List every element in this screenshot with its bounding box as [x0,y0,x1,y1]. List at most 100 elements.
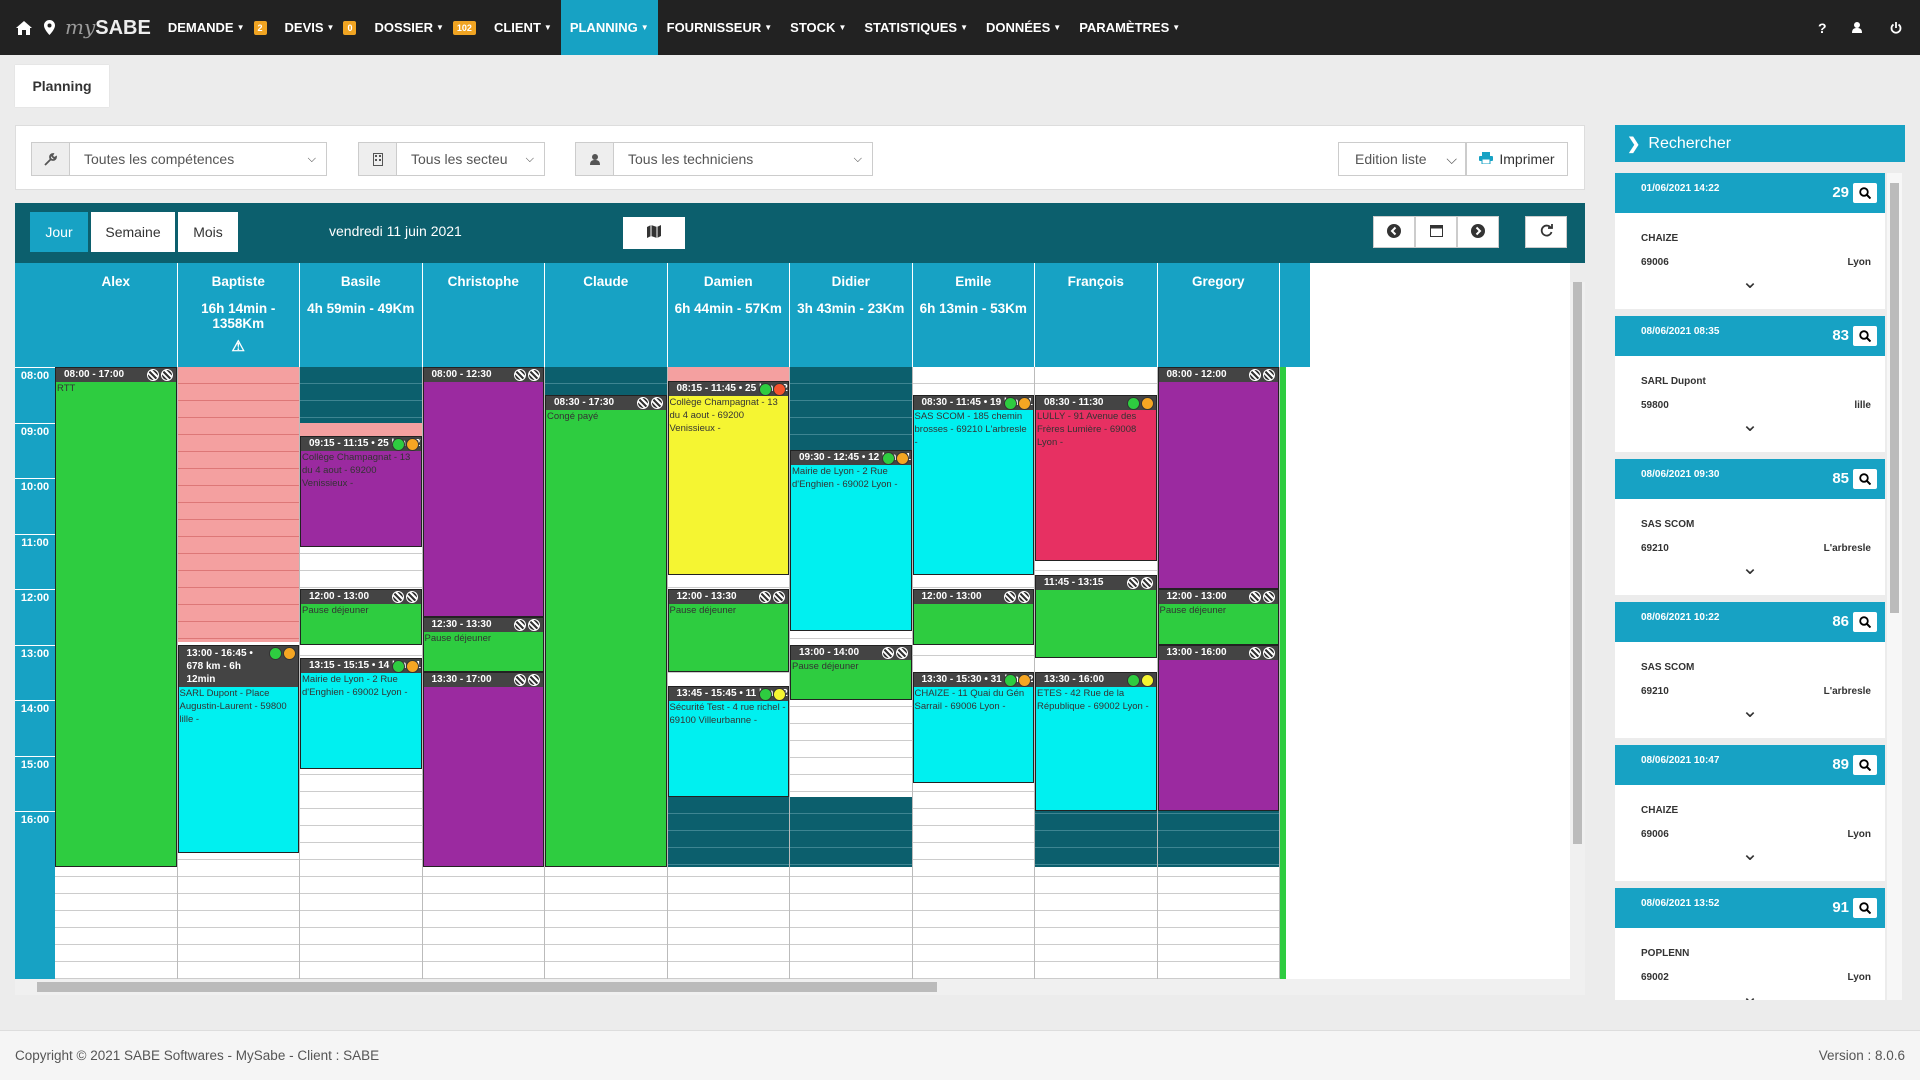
nav-demande[interactable]: DEMANDE ▼ [159,0,254,55]
nav-fournisseur[interactable]: FOURNISSEUR ▼ [658,0,782,55]
tech-header-didier[interactable]: Didier 3h 43min - 23Km [790,263,913,367]
event-time: 09:30 - 12:45 • 12 km - 15min [791,451,911,466]
chevron-down-icon[interactable]: ⌄ [1615,412,1885,437]
techniciens-select[interactable]: Tous les techniciens ⌵ [614,143,872,175]
planning-event[interactable]: 09:15 - 11:15 • 25 km - 27minCollège Cha… [300,436,422,548]
planning-event[interactable]: 08:00 - 12:00 [1157,367,1279,589]
tech-header-alex[interactable]: Alex [55,263,178,367]
planning-event[interactable]: 12:00 - 13:00 Pause déjeuner [300,589,422,645]
search-icon[interactable] [1853,755,1877,775]
event-time: 13:00 - 16:00 [1158,645,1278,660]
nav-dossier[interactable]: DOSSIER ▼ [365,0,452,55]
planning-event[interactable]: 13:00 - 16:00 [1157,644,1279,811]
tech-header-claude[interactable]: Claude [545,263,668,367]
planning-event[interactable]: 13:30 - 16:00 ETES - 42 Rue de la Républi… [1035,672,1157,811]
planning-event[interactable]: 08:30 - 11:45 • 19 km - 17minSAS SCOM - … [912,394,1034,576]
grid-vertical-scrollbar[interactable] [1570,282,1585,979]
secteurs-select[interactable]: Tous les secteu ⌵ [397,143,544,175]
chevron-down-icon[interactable]: ⌄ [1615,841,1885,866]
chevron-down-icon[interactable]: ⌄ [1615,984,1885,1000]
tech-header-emile[interactable]: Emile 6h 13min - 53Km [912,263,1035,367]
search-result-card[interactable]: 01/06/2021 14:22 29 CHAIZE 69006 Lyon ⌄ [1615,173,1885,309]
search-icon[interactable] [1853,469,1877,489]
calendar-picker-button[interactable] [1415,216,1457,248]
tech-header-damien[interactable]: Damien 6h 44min - 57Km [667,263,790,367]
tech-header-gregory[interactable]: Gregory [1157,263,1280,367]
search-result-card[interactable]: 08/06/2021 10:22 86 SAS SCOM 69210 L'arbresl… [1615,602,1885,738]
planning-event[interactable]: 13:00 - 16:45 • 678 km - 6h 12min SARL Du… [177,644,299,853]
planning-event[interactable]: 12:00 - 13:00 [912,589,1034,645]
edition-select[interactable]: Edition liste ⌵ [1338,142,1466,176]
print-button[interactable]: Imprimer [1466,142,1568,176]
nav-stock[interactable]: STOCK ▼ [781,0,855,55]
competences-select[interactable]: Toutes les compétences ⌵ [70,143,326,175]
secteurs-filter[interactable]: Tous les secteu ⌵ [358,142,545,176]
planning-event[interactable]: 13:00 - 14:00 Pause déjeuner [790,644,912,700]
planning-event[interactable]: 13:30 - 17:00 [422,672,544,867]
competences-filter[interactable]: Toutes les compétences ⌵ [31,142,327,176]
next-day-button[interactable] [1457,216,1499,248]
home-icon[interactable] [9,20,39,35]
view-mois-button[interactable]: Mois [178,212,238,252]
nav-devis[interactable]: DEVIS ▼ [276,0,344,55]
view-semaine-button[interactable]: Semaine [91,212,175,252]
tech-header-françois[interactable]: François [1035,263,1158,367]
search-panel-header[interactable]: ❯ Rechercher [1615,125,1905,162]
nav-donnes[interactable]: DONNÉES ▼ [977,0,1070,55]
map-marker-icon[interactable] [39,20,59,35]
planning-event[interactable]: 12:30 - 13:30 Pause déjeuner [422,616,544,673]
search-result-card[interactable]: 08/06/2021 10:47 89 CHAIZE 69006 Lyon ⌄ [1615,745,1885,881]
search-panel-scrollbar[interactable] [1887,173,1902,1000]
nav-statistiques[interactable]: STATISTIQUES ▼ [855,0,977,55]
status-dots-icon [391,438,419,452]
chevron-right-icon [1471,223,1485,241]
view-jour-button[interactable]: Jour [30,212,88,252]
card-city: Lyon [1847,829,1871,840]
prev-day-button[interactable] [1373,216,1415,248]
power-icon[interactable] [1890,0,1902,55]
help-button[interactable]: ? [1818,0,1827,55]
tech-header-baptiste[interactable]: Baptiste 16h 14min - 1358Km ⚠ [177,263,300,367]
search-icon[interactable] [1853,183,1877,203]
map-button[interactable] [623,217,685,249]
brand-logo[interactable]: mySABE [65,15,151,40]
planning-event[interactable]: 08:30 - 11:30 LULLY - 91 Avenue des Frère… [1035,394,1157,562]
chevron-down-icon[interactable]: ⌄ [1615,698,1885,723]
event-time-label: 13:30 - 17:00 [431,674,492,686]
event-time: 13:30 - 15:30 • 31 km - 29min [913,673,1033,688]
search-result-card[interactable]: 08/06/2021 13:52 91 POPLENN 69002 Lyon ⌄ [1615,888,1885,1000]
printer-icon [1479,151,1494,167]
chevron-down-icon[interactable]: ⌄ [1615,555,1885,580]
planning-event[interactable]: 08:00 - 12:30 [422,367,544,617]
planning-event[interactable]: 11:45 - 13:15 [1035,575,1157,659]
planning-event[interactable]: 08:15 - 11:45 • 25 km - 27minCollège Cha… [667,380,789,576]
status-hatch-icon [1249,591,1275,603]
grid-horizontal-scrollbar[interactable] [15,979,1585,995]
nav-paramtres[interactable]: PARAMÈTRES ▼ [1070,0,1189,55]
event-time: 08:30 - 17:30 [546,395,666,410]
page-tab-planning[interactable]: Planning [15,65,109,107]
user-icon[interactable] [1852,0,1862,55]
search-result-card[interactable]: 08/06/2021 09:30 85 SAS SCOM 69210 L'arbresl… [1615,459,1885,595]
planning-event[interactable]: 13:15 - 15:15 • 14 km - 18minMairie de L… [300,658,422,770]
planning-event[interactable]: 09:30 - 12:45 • 12 km - 15minMairie de L… [790,450,912,631]
search-icon[interactable] [1853,612,1877,632]
search-result-card[interactable]: 08/06/2021 08:35 83 SARL Dupont 59800 lille ⌄ [1615,316,1885,452]
tech-header-basile[interactable]: Basile 4h 59min - 49Km [300,263,423,367]
planning-event[interactable]: 12:00 - 13:30 Pause déjeuner [667,589,789,673]
nav-client[interactable]: CLIENT ▼ [485,0,561,55]
search-icon[interactable] [1853,326,1877,346]
planning-event[interactable]: 08:00 - 17:00 RTT [55,367,177,867]
techniciens-filter[interactable]: Tous les techniciens ⌵ [575,142,873,176]
planning-event[interactable]: 13:30 - 15:30 • 31 km - 29minCHAIZE - 11… [912,672,1034,784]
search-icon[interactable] [1853,898,1877,918]
nav-planning[interactable]: PLANNING ▼ [560,0,658,55]
chevron-down-icon[interactable]: ⌄ [1615,269,1885,294]
planning-event[interactable]: 13:45 - 15:45 • 11 km - 21minSécurité Te… [667,686,789,798]
tech-header-christophe[interactable]: Christophe [422,263,545,367]
planning-event[interactable]: 12:00 - 13:00 Pause déjeuner [1157,589,1279,645]
refresh-button[interactable] [1525,216,1567,248]
planning-event[interactable]: 08:30 - 17:30 Congé payé [545,394,667,867]
event-time-label: 13:00 - 16:00 [1166,646,1227,658]
caret-down-icon: ▼ [1172,23,1181,32]
